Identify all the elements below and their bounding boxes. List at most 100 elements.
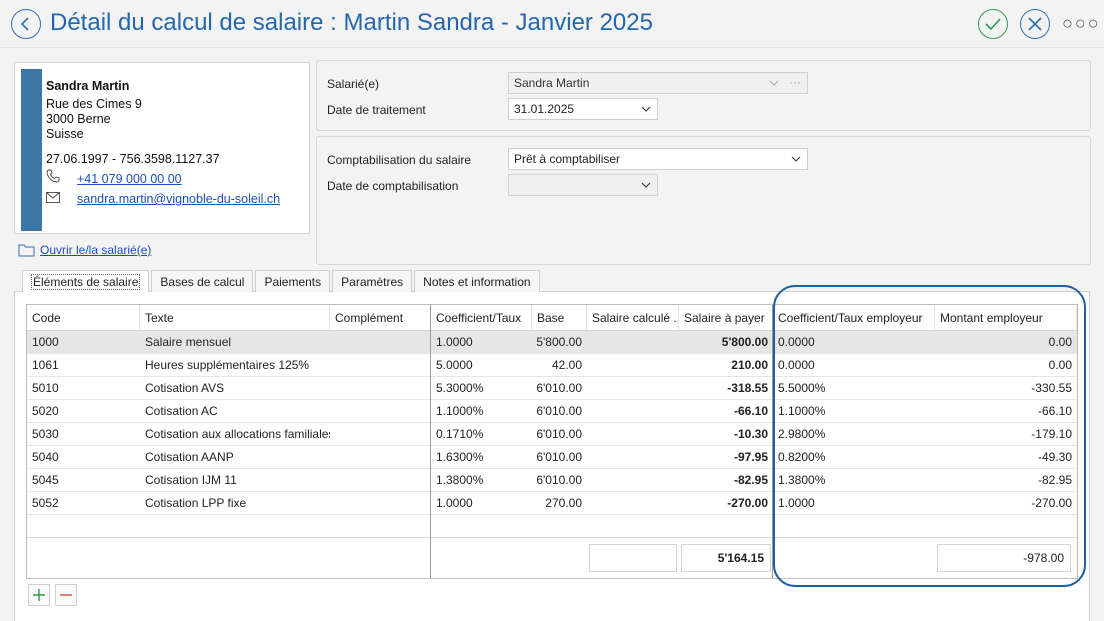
accounting-select[interactable]: Prêt à comptabiliser [508, 148, 808, 170]
cell-base: 5'800.00 [536, 335, 582, 349]
open-employee-link[interactable]: Ouvrir le/la salarié(e) [18, 243, 151, 257]
column-header-calculated-salary[interactable]: Salaire calculé ... [587, 305, 679, 331]
cell-text: Cotisation aux allocations familiales [145, 427, 330, 441]
cell-calculated-salary [587, 446, 679, 468]
cell-calculated-salary [587, 354, 679, 376]
cell-coefficient: 5.0000 [436, 358, 473, 372]
cell-calculated-salary [587, 469, 679, 491]
tab-notes[interactable]: Notes et information [414, 270, 540, 292]
cell-text: Heures supplémentaires 125% [145, 358, 310, 372]
tab-label: Bases de calcul [160, 274, 245, 289]
chevron-down-icon [641, 106, 651, 112]
minus-icon [60, 594, 72, 596]
chevron-down-icon [769, 80, 779, 86]
processing-date-value: 31.01.2025 [514, 102, 575, 116]
ellipsis-icon[interactable]: ··· [789, 75, 801, 89]
cell-calculated-salary [587, 377, 679, 399]
cell-text: Cotisation IJM 11 [145, 473, 237, 487]
cell-code: 5040 [32, 450, 59, 464]
more-options-button[interactable]: ○○○ [1062, 14, 1099, 34]
cell-code: 5030 [32, 427, 59, 441]
accounting-label: Comptabilisation du salaire [327, 153, 472, 167]
processing-date-field[interactable]: 31.01.2025 [508, 98, 658, 120]
plus-icon [33, 589, 45, 601]
tab-label: Notes et information [423, 274, 531, 289]
open-employee-label: Ouvrir le/la salarié(e) [40, 243, 152, 257]
accounting-select-value: Prêt à comptabiliser [514, 152, 621, 166]
add-row-button[interactable] [28, 584, 50, 606]
cell-text: Cotisation AC [145, 404, 218, 418]
phone-icon [46, 169, 60, 186]
cell-complement [330, 492, 431, 514]
tab-label: Éléments de salaire [31, 273, 141, 290]
cell-salary-to-pay: -82.95 [733, 473, 768, 487]
column-header-complement[interactable]: Complément [330, 305, 431, 331]
column-header-text[interactable]: Texte [140, 305, 330, 331]
cell-complement [330, 354, 431, 376]
column-header-base[interactable]: Base [532, 305, 587, 331]
tab-label: Paiements [264, 274, 322, 289]
accounting-date-label: Date de comptabilisation [327, 179, 459, 193]
tab-parameters[interactable]: Paramètres [332, 270, 413, 292]
delete-row-button[interactable] [55, 584, 77, 606]
cell-salary-to-pay: 5'800.00 [721, 335, 768, 349]
tab-calculation-bases[interactable]: Bases de calcul [151, 270, 254, 292]
tab-bar: Éléments de salaire Bases de calcul Paie… [22, 270, 542, 292]
cell-salary-to-pay: -318.55 [727, 381, 768, 395]
cell-code: 1061 [32, 358, 59, 372]
cell-coefficient: 1.0000 [436, 335, 473, 349]
cell-base: 6'010.00 [536, 404, 582, 418]
folder-icon [18, 244, 35, 257]
phone-link[interactable]: +41 079 000 00 00 [77, 172, 182, 186]
confirm-button[interactable] [978, 9, 1008, 39]
tab-payments[interactable]: Paiements [255, 270, 331, 292]
column-header-salary-to-pay[interactable]: Salaire à payer [679, 305, 773, 331]
page-title: Détail du calcul de salaire : Martin San… [50, 9, 653, 36]
cell-complement [330, 423, 431, 445]
chevron-left-icon [20, 17, 29, 31]
cell-calculated-salary [587, 423, 679, 445]
close-button[interactable] [1020, 9, 1050, 39]
cell-code: 5052 [32, 496, 59, 510]
tab-salary-elements[interactable]: Éléments de salaire [22, 270, 150, 292]
cell-coefficient: 0.1710% [436, 427, 484, 441]
cell-complement [330, 377, 431, 399]
cell-coefficient: 5.3000% [436, 381, 484, 395]
cell-coefficient: 1.3800% [436, 473, 484, 487]
cell-text: Salaire mensuel [145, 335, 232, 349]
cell-code: 1000 [32, 335, 59, 349]
total-calculated-salary [589, 544, 677, 572]
column-group-separator [430, 305, 431, 578]
employee-select-value: Sandra Martin [514, 76, 590, 90]
cell-salary-to-pay: 210.00 [731, 358, 768, 372]
cell-complement [330, 446, 431, 468]
chevron-down-icon [791, 156, 801, 162]
employee-street: Rue des Cimes 9 [46, 97, 142, 111]
cell-salary-to-pay: -10.30 [733, 427, 768, 441]
cell-salary-to-pay: -270.00 [727, 496, 768, 510]
cell-base: 270.00 [545, 496, 582, 510]
column-header-coefficient[interactable]: Coefficient/Taux [431, 305, 532, 331]
cell-code: 5020 [32, 404, 59, 418]
cell-code: 5010 [32, 381, 59, 395]
accounting-date-field[interactable] [508, 174, 658, 196]
cell-salary-to-pay: -97.95 [733, 450, 768, 464]
email-link[interactable]: sandra.martin@vignoble-du-soleil.ch [77, 192, 280, 206]
cell-salary-to-pay: -66.10 [733, 404, 768, 418]
cell-base: 6'010.00 [536, 473, 582, 487]
cell-base: 6'010.00 [536, 450, 582, 464]
employee-card: Sandra Martin Rue des Cimes 9 3000 Berne… [14, 62, 310, 234]
cell-complement [330, 331, 431, 353]
cell-calculated-salary [587, 400, 679, 422]
employee-country: Suisse [46, 127, 84, 141]
cell-calculated-salary [587, 492, 679, 514]
employee-select[interactable]: Sandra Martin ··· [508, 72, 808, 94]
column-header-code[interactable]: Code [27, 305, 140, 331]
back-button[interactable] [11, 9, 41, 39]
cell-coefficient: 1.0000 [436, 496, 473, 510]
cell-coefficient: 1.1000% [436, 404, 484, 418]
employee-panel [316, 60, 1091, 131]
cell-base: 6'010.00 [536, 381, 582, 395]
processing-date-label: Date de traitement [327, 103, 426, 117]
cell-complement [330, 400, 431, 422]
